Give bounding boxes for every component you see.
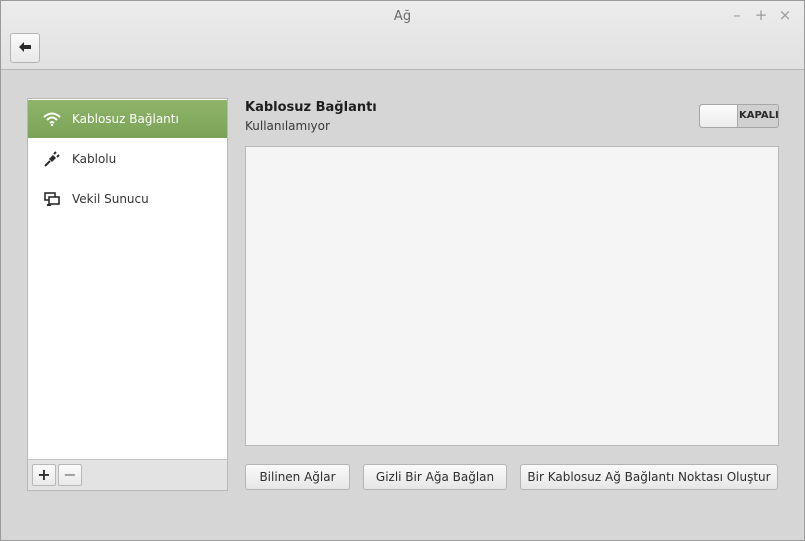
network-settings-window: Ağ – + × Kablosuz Bağlantı Kablolu Vekil… (0, 0, 805, 541)
hidden-network-button[interactable]: Gizli Bir Ağa Bağlan (363, 464, 507, 490)
remove-connection-button[interactable]: − (58, 464, 82, 486)
network-list[interactable] (245, 146, 779, 446)
sidebar-item-wired[interactable]: Kablolu (28, 140, 227, 178)
sidebar-item-label: Kablosuz Bağlantı (72, 112, 179, 126)
maximize-button[interactable]: + (753, 7, 769, 23)
back-button[interactable] (10, 33, 40, 63)
status-text: Kullanılamıyor (245, 119, 330, 133)
toggle-state-label: KAPALI (739, 110, 779, 121)
wifi-icon (42, 109, 62, 129)
toggle-knob (700, 105, 738, 127)
sidebar-item-label: Kablolu (72, 152, 117, 166)
back-arrow-icon (19, 41, 31, 55)
minimize-button[interactable]: – (729, 7, 745, 23)
sidebar-item-label: Vekil Sunucu (72, 192, 149, 206)
sidebar-toolbar: + − (28, 459, 227, 490)
sidebar-item-wireless[interactable]: Kablosuz Bağlantı (28, 100, 227, 138)
proxy-icon (42, 189, 62, 209)
create-hotspot-button[interactable]: Bir Kablosuz Ağ Bağlantı Noktası Oluştur (520, 464, 778, 490)
known-networks-button[interactable]: Bilinen Ağlar (245, 464, 350, 490)
wireless-toggle[interactable]: KAPALI (699, 104, 779, 128)
window-title: Ağ (393, 9, 412, 24)
ethernet-plug-icon (42, 149, 62, 169)
page-title: Kablosuz Bağlantı (245, 100, 377, 115)
sidebar-item-proxy[interactable]: Vekil Sunucu (28, 180, 227, 218)
sidebar: Kablosuz Bağlantı Kablolu Vekil Sunucu +… (27, 98, 228, 491)
close-button[interactable]: × (777, 7, 793, 23)
add-connection-button[interactable]: + (32, 464, 56, 486)
titlebar: Ağ – + × (1, 1, 804, 70)
